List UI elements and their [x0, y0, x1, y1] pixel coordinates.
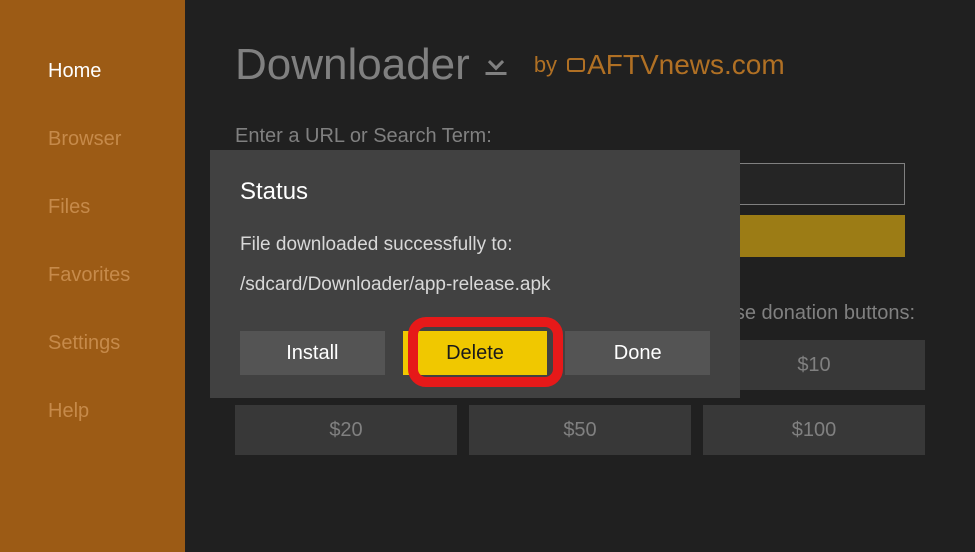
delete-button[interactable]: Delete	[403, 331, 548, 375]
sidebar-item-home[interactable]: Home	[48, 60, 185, 83]
donation-row-2: $20 $50 $100	[235, 405, 925, 455]
status-modal: Status File downloaded successfully to: …	[210, 150, 740, 398]
done-button[interactable]: Done	[565, 331, 710, 375]
install-button[interactable]: Install	[240, 331, 385, 375]
sidebar-item-settings[interactable]: Settings	[48, 332, 185, 355]
sidebar-item-browser[interactable]: Browser	[48, 128, 185, 151]
modal-title: Status	[240, 178, 710, 206]
download-icon	[478, 45, 514, 86]
tv-icon	[567, 58, 585, 72]
donate-20[interactable]: $20	[235, 405, 457, 455]
sidebar-item-files[interactable]: Files	[48, 196, 185, 219]
sidebar: Home Browser Files Favorites Settings He…	[0, 0, 185, 552]
by-text: by	[534, 52, 557, 78]
brand-text: AFTVnews.com	[587, 49, 785, 81]
url-label: Enter a URL or Search Term:	[235, 125, 925, 148]
modal-buttons: Install Delete Done	[240, 331, 710, 375]
sidebar-item-help[interactable]: Help	[48, 400, 185, 423]
modal-message: File downloaded successfully to:	[240, 234, 710, 256]
modal-path: /sdcard/Downloader/app-release.apk	[240, 274, 710, 296]
donate-100[interactable]: $100	[703, 405, 925, 455]
donate-50[interactable]: $50	[469, 405, 691, 455]
app-header: Downloader by AFTVnews.com	[235, 40, 925, 90]
app-title: Downloader	[235, 40, 470, 90]
sidebar-item-favorites[interactable]: Favorites	[48, 264, 185, 287]
